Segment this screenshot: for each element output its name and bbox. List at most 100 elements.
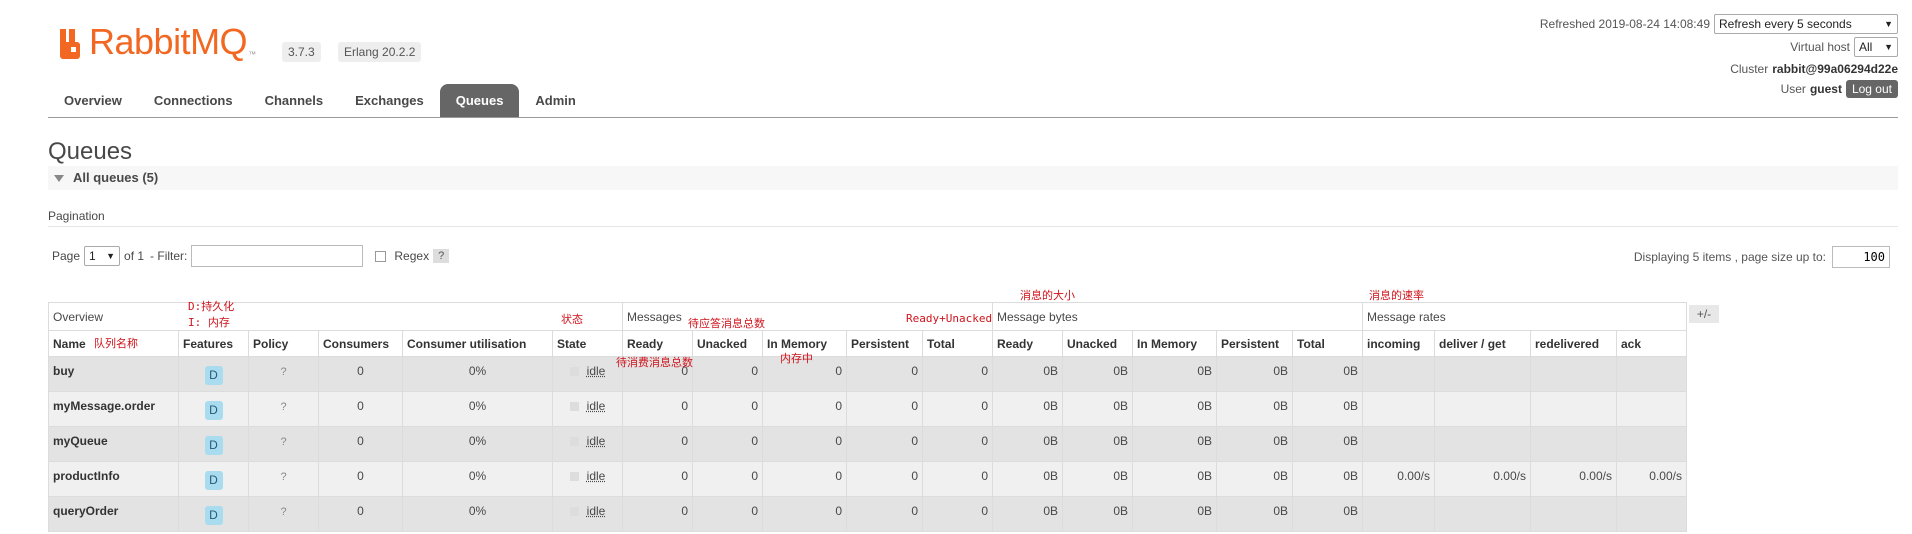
vhost-label: Virtual host (1790, 40, 1850, 54)
col-bytes-persistent[interactable]: Persistent (1216, 330, 1293, 357)
state-label[interactable]: idle (587, 469, 606, 483)
page-select[interactable]: 1 ▼ (84, 246, 121, 266)
rate-redelivered-cell (1530, 356, 1617, 392)
col-consumers[interactable]: Consumers (318, 330, 403, 357)
col-bytes-unacked[interactable]: Unacked (1062, 330, 1133, 357)
rate-redelivered-cell: 0.00/s (1530, 461, 1617, 497)
bytes-total-cell: 0B (1292, 391, 1363, 427)
annotation-queue-name: 队列名称 (94, 337, 138, 350)
msg-in-memory-cell: 0 (762, 461, 847, 497)
queue-name-link[interactable]: buy (48, 356, 179, 392)
state-cell: idle (552, 356, 623, 392)
refreshed-timestamp: Refreshed 2019-08-24 14:08:49 (1539, 17, 1710, 31)
tab-admin[interactable]: Admin (519, 84, 591, 118)
user-name: guest (1809, 82, 1842, 96)
queue-name-link[interactable]: queryOrder (48, 496, 179, 532)
state-label[interactable]: idle (587, 364, 606, 378)
table-row[interactable]: buy D? 0 0% idle 0 0 0 0 0 0B 0B 0B 0B 0B (48, 356, 1687, 392)
tab-overview[interactable]: Overview (48, 84, 138, 118)
bytes-ready-cell: 0B (992, 461, 1063, 497)
rate-ack-cell: 0.00/s (1616, 461, 1687, 497)
col-rate-incoming[interactable]: incoming (1362, 330, 1435, 357)
tab-channels[interactable]: Channels (249, 84, 340, 118)
col-msg-unacked[interactable]: Unacked (692, 330, 763, 357)
main-nav: Overview Connections Channels Exchanges … (48, 84, 592, 118)
col-policy[interactable]: Policy (248, 330, 319, 357)
queue-name-link[interactable]: myQueue (48, 426, 179, 462)
durable-badge[interactable]: D (204, 506, 223, 525)
bytes-persistent-cell: 0B (1216, 391, 1293, 427)
durable-badge[interactable]: D (204, 436, 223, 455)
col-features[interactable]: Features (178, 330, 249, 357)
col-msg-total[interactable]: Total (922, 330, 993, 357)
rate-incoming-cell (1362, 496, 1435, 532)
policy-cell: ? (248, 461, 319, 497)
msg-total-cell: 0 (922, 356, 993, 392)
tab-connections[interactable]: Connections (138, 84, 249, 118)
rabbitmq-logo[interactable]: RabbitMQ ™ (58, 22, 256, 62)
page-size-input[interactable] (1832, 246, 1890, 268)
bytes-unacked-cell: 0B (1062, 391, 1133, 427)
collapse-triangle-icon (54, 175, 64, 182)
bytes-ready-cell: 0B (992, 391, 1063, 427)
logout-button[interactable]: Log out (1845, 80, 1898, 98)
features-cell: D (178, 356, 249, 392)
refresh-interval-select[interactable]: Refresh every 5 seconds ▼ (1714, 14, 1898, 34)
queues-table-body: buy D? 0 0% idle 0 0 0 0 0 0B 0B 0B 0B 0B myMessage.ord… (48, 356, 1687, 532)
rate-deliver-get-cell (1434, 391, 1531, 427)
rate-redelivered-cell (1530, 426, 1617, 462)
col-msg-persistent[interactable]: Persistent (846, 330, 923, 357)
columns-toggle-button[interactable]: +/- (1689, 305, 1719, 323)
col-rate-ack[interactable]: ack (1616, 330, 1687, 357)
msg-in-memory-cell: 0 (762, 426, 847, 462)
policy-value: ? (280, 506, 287, 518)
state-label[interactable]: idle (587, 434, 606, 448)
col-rate-redelivered[interactable]: redelivered (1530, 330, 1617, 357)
bytes-unacked-cell: 0B (1062, 426, 1133, 462)
annotation-memory: I: 内存 (188, 316, 230, 329)
table-row[interactable]: productInfo D? 0 0% idle 0 0 0 0 0 0B 0B 0B 0B 0B 0.00/… (48, 461, 1687, 497)
regex-help-button[interactable]: ? (433, 249, 450, 263)
col-bytes-ready[interactable]: Ready (992, 330, 1063, 357)
msg-persistent-cell: 0 (846, 496, 923, 532)
queue-name-link[interactable]: productInfo (48, 461, 179, 497)
msg-in-memory-cell: 0 (762, 496, 847, 532)
msg-in-memory-cell: 0 (762, 391, 847, 427)
msg-total-cell: 0 (922, 496, 993, 532)
bytes-persistent-cell: 0B (1216, 426, 1293, 462)
vhost-select[interactable]: All ▼ (1854, 37, 1898, 57)
table-row[interactable]: myQueue D? 0 0% idle 0 0 0 0 0 0B 0B 0B 0B 0B (48, 426, 1687, 462)
col-consumer-utilisation[interactable]: Consumer utilisation (402, 330, 553, 357)
logo-trademark: ™ (248, 50, 257, 59)
col-rate-deliver-get[interactable]: deliver / get (1434, 330, 1531, 357)
tab-exchanges[interactable]: Exchanges (339, 84, 440, 118)
col-bytes-total[interactable]: Total (1292, 330, 1363, 357)
erlang-version-badge: Erlang 20.2.2 (338, 42, 422, 62)
policy-cell: ? (248, 356, 319, 392)
state-label[interactable]: idle (587, 504, 606, 518)
regex-checkbox[interactable] (375, 250, 387, 262)
bytes-in-memory-cell: 0B (1132, 391, 1217, 427)
queue-name-link[interactable]: myMessage.order (48, 391, 179, 427)
displaying-info: Displaying 5 items , page size up to: (1634, 246, 1890, 268)
state-cell: idle (552, 461, 623, 497)
msg-unacked-cell: 0 (692, 356, 763, 392)
annotation-state: 状态 (561, 313, 583, 326)
durable-badge[interactable]: D (204, 471, 223, 490)
annotation-message-rate: 消息的速率 (1369, 289, 1424, 302)
msg-persistent-cell: 0 (846, 356, 923, 392)
all-queues-toggle[interactable]: All queues (5) (48, 166, 1898, 190)
col-bytes-in-memory[interactable]: In Memory (1132, 330, 1217, 357)
col-msg-ready[interactable]: Ready (622, 330, 693, 357)
state-label[interactable]: idle (587, 399, 606, 413)
filter-input[interactable] (191, 245, 364, 267)
col-state[interactable]: State (552, 330, 623, 357)
durable-badge[interactable]: D (204, 366, 223, 385)
durable-badge[interactable]: D (204, 401, 223, 420)
bytes-unacked-cell: 0B (1062, 496, 1133, 532)
table-row[interactable]: myMessage.order D? 0 0% idle 0 0 0 0 0 0B 0B 0B 0B 0B (48, 391, 1687, 427)
table-row[interactable]: queryOrder D? 0 0% idle 0 0 0 0 0 0B 0B 0B 0B 0B (48, 496, 1687, 532)
rate-ack-cell (1616, 391, 1687, 427)
consumers-cell: 0 (318, 391, 403, 427)
tab-queues[interactable]: Queues (439, 84, 520, 118)
